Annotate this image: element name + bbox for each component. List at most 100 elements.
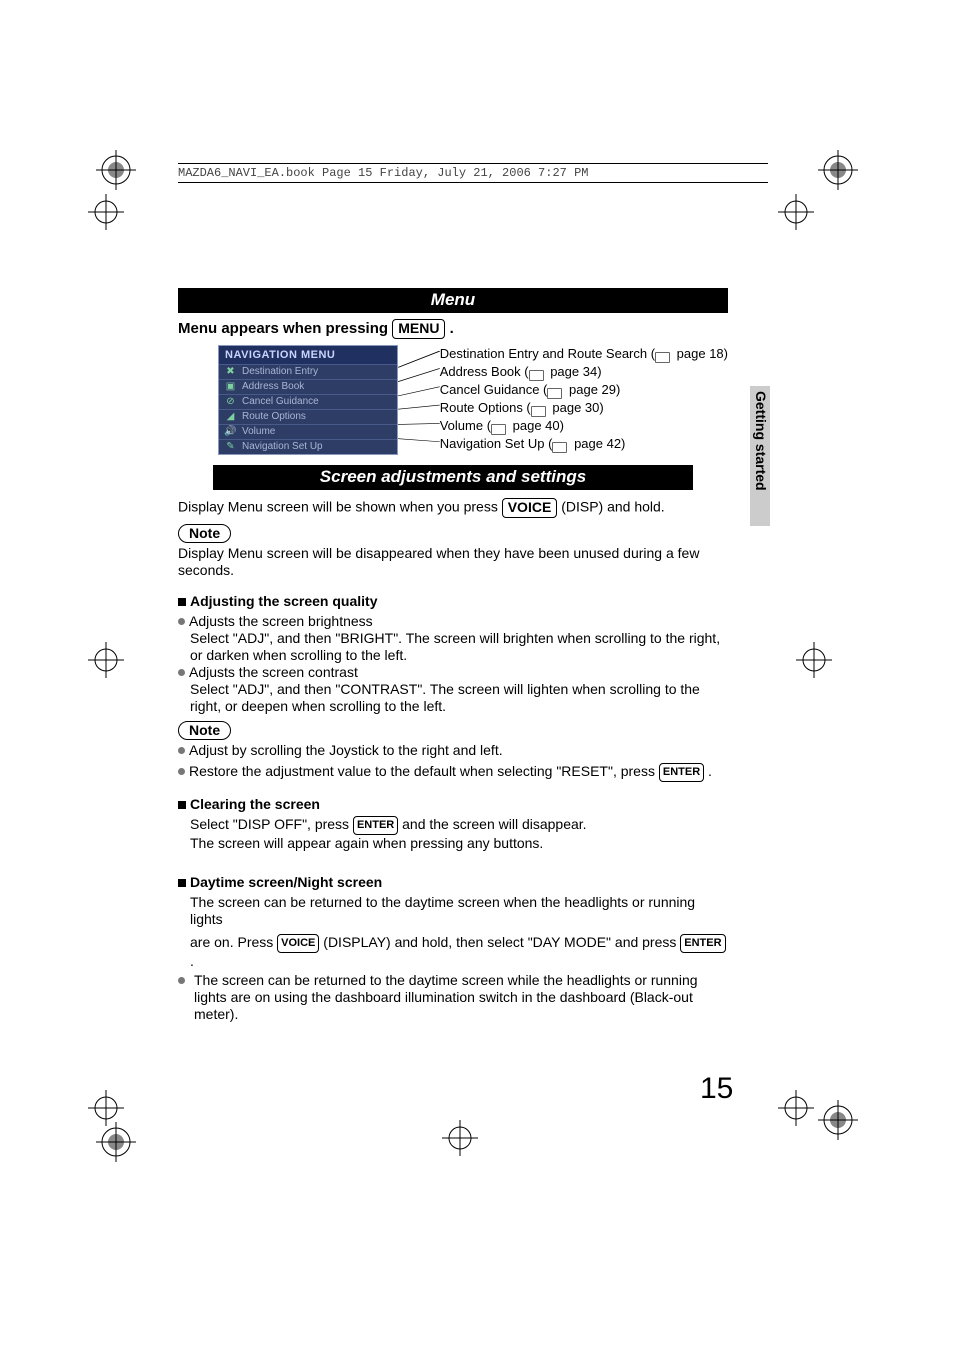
text: Volume ( [440,418,491,433]
square-bullet-icon [178,801,186,809]
text: (DISPLAY) and hold, then select "DAY MOD… [323,934,680,950]
text: Daytime screen/Night screen [190,874,382,890]
text-line: The screen can be returned to the daytim… [190,894,728,928]
callout: Volume ( page 40) [440,417,728,435]
square-bullet-icon [178,879,186,887]
text: The screen can be returned to the daytim… [194,972,728,1023]
text: Restore the adjustment value to the defa… [189,763,659,779]
nav-item-label: Route Options [242,411,306,422]
subsection-adjusting: Adjusting the screen quality [178,593,728,609]
text: Adjusts the screen brightness [189,613,373,629]
nav-item-label: Address Book [242,381,304,392]
callout: Destination Entry and Route Search ( pag… [440,345,728,363]
register-mark-icon [440,1118,480,1158]
pdf-header-meta: MAZDA6_NAVI_EA.book Page 15 Friday, July… [178,163,768,183]
nav-diagram: NAVIGATION MENU ✖ Destination Entry ▣ Ad… [178,345,728,455]
volume-icon: 🔊 [225,426,236,437]
text: page 34) [547,364,602,379]
page-ref-icon [529,368,547,378]
cancel-icon: ⊘ [225,396,236,407]
text: page 40) [509,418,564,433]
bullet-icon [178,618,185,625]
crop-mark-icon [96,150,136,190]
text: are on. Press [190,934,277,950]
voice-button-label: VOICE [502,498,558,518]
text: . [190,953,194,969]
nav-item: ✎ Navigation Set Up [219,439,397,454]
nav-menu-title: NAVIGATION MENU [219,346,397,364]
text: Navigation Set Up ( [440,436,553,451]
bullet: Adjusts the screen brightness [178,613,728,630]
text-line: are on. Press VOICE (DISPLAY) and hold, … [190,934,728,970]
bullet-icon [178,669,185,676]
menu-subline: Menu appears when pressing MENU . [178,319,728,339]
route-icon: ◢ [225,411,236,422]
nav-item-label: Volume [242,426,275,437]
nav-item: ◢ Route Options [219,409,397,424]
page-ref-icon [491,422,509,432]
bullet: Adjusts the screen contrast [178,664,728,681]
nav-item-label: Cancel Guidance [242,396,319,407]
callout: Navigation Set Up ( page 42) [440,435,728,453]
section-title-menu: Menu [178,288,728,313]
text-line: The screen will appear again when pressi… [190,835,728,852]
crop-mark-icon [96,1122,136,1162]
side-tab-label: Getting started [753,391,769,491]
nav-item: ▣ Address Book [219,379,397,394]
bullet-icon [178,747,185,754]
enter-button-label: ENTER [680,934,725,953]
page-ref-icon [655,350,673,360]
menu-button-label: MENU [392,319,445,339]
bullet: Adjust by scrolling the Joystick to the … [178,742,728,759]
voice-button-label: VOICE [277,934,319,953]
nav-menu-screenshot: NAVIGATION MENU ✖ Destination Entry ▣ Ad… [218,345,398,455]
register-mark-icon [776,1088,816,1128]
enter-button-label: ENTER [353,816,398,835]
text: Adjusting the screen quality [190,593,377,609]
callout: Address Book ( page 34) [440,363,728,381]
text: Cancel Guidance ( [440,382,548,397]
bullet-detail: Select "ADJ", and then "CONTRAST". The s… [190,681,728,715]
crop-mark-icon [818,1100,858,1140]
register-mark-icon [776,192,816,232]
text-line: Select "DISP OFF", press ENTER and the s… [190,816,728,835]
nav-item: ✖ Destination Entry [219,364,397,379]
text: Select "DISP OFF", press [190,816,353,832]
text: Adjusts the screen contrast [189,664,358,680]
page-ref-icon [552,440,570,450]
text: Destination Entry and Route Search ( [440,346,655,361]
screen-intro: Display Menu screen will be shown when y… [178,498,728,518]
bullet-icon [178,768,185,775]
text: (DISP) and hold. [561,499,665,515]
note-label: Note [178,524,231,543]
text: Route Options ( [440,400,531,415]
bullet: Restore the adjustment value to the defa… [178,763,728,782]
destination-icon: ✖ [225,366,236,377]
callout-list: Destination Entry and Route Search ( pag… [440,345,728,455]
register-mark-icon [86,640,126,680]
text: Display Menu screen will be shown when y… [178,499,502,515]
page-number: 15 [700,1072,733,1106]
register-mark-icon [86,192,126,232]
section-title-screen: Screen adjustments and settings [213,465,693,490]
book-icon: ▣ [225,381,236,392]
page-ref-icon [547,386,565,396]
text: Adjust by scrolling the Joystick to the … [189,742,503,758]
text: page 29) [565,382,620,397]
text: page 42) [570,436,625,451]
subsection-daytime: Daytime screen/Night screen [178,874,728,890]
note-label: Note [178,721,231,740]
text: Clearing the screen [190,796,320,812]
enter-button-label: ENTER [659,763,704,782]
text: . [704,763,712,779]
callout: Cancel Guidance ( page 29) [440,381,728,399]
page-ref-icon [531,404,549,414]
text: Address Book ( [440,364,529,379]
text: Menu appears when pressing [178,320,392,337]
bullet-icon [178,977,185,984]
square-bullet-icon [178,598,186,606]
nav-item-label: Navigation Set Up [242,441,323,452]
crop-mark-icon [818,150,858,190]
register-mark-icon [794,640,834,680]
setup-icon: ✎ [225,441,236,452]
